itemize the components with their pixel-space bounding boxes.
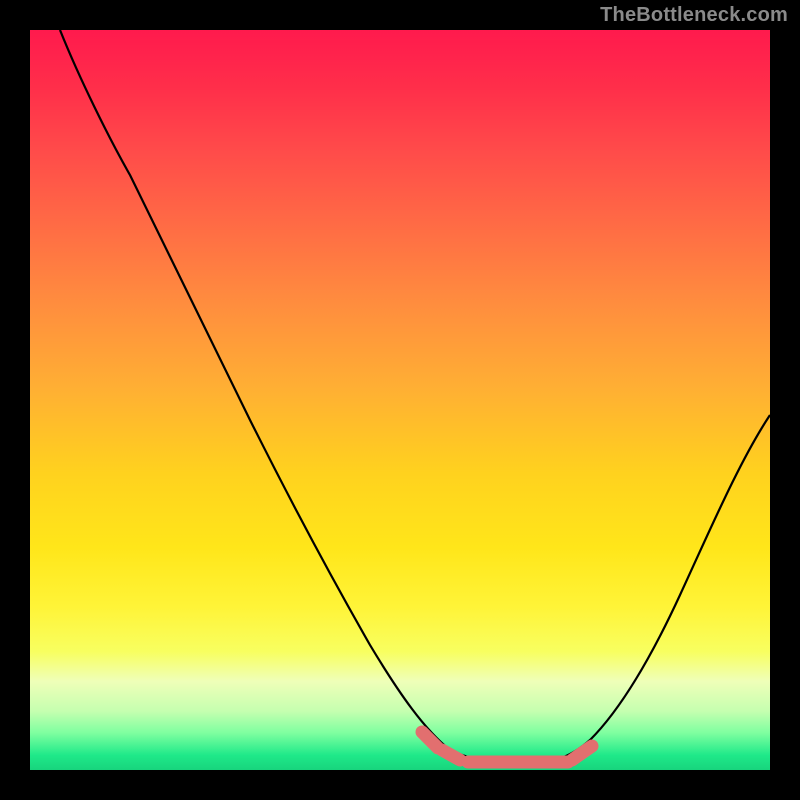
watermark-text: TheBottleneck.com [600,4,788,27]
curve-line [60,30,770,764]
chart-plot-area [30,30,770,770]
chart-svg [30,30,770,770]
flat-zone-markers [422,732,592,762]
chart-frame: TheBottleneck.com [0,0,800,800]
